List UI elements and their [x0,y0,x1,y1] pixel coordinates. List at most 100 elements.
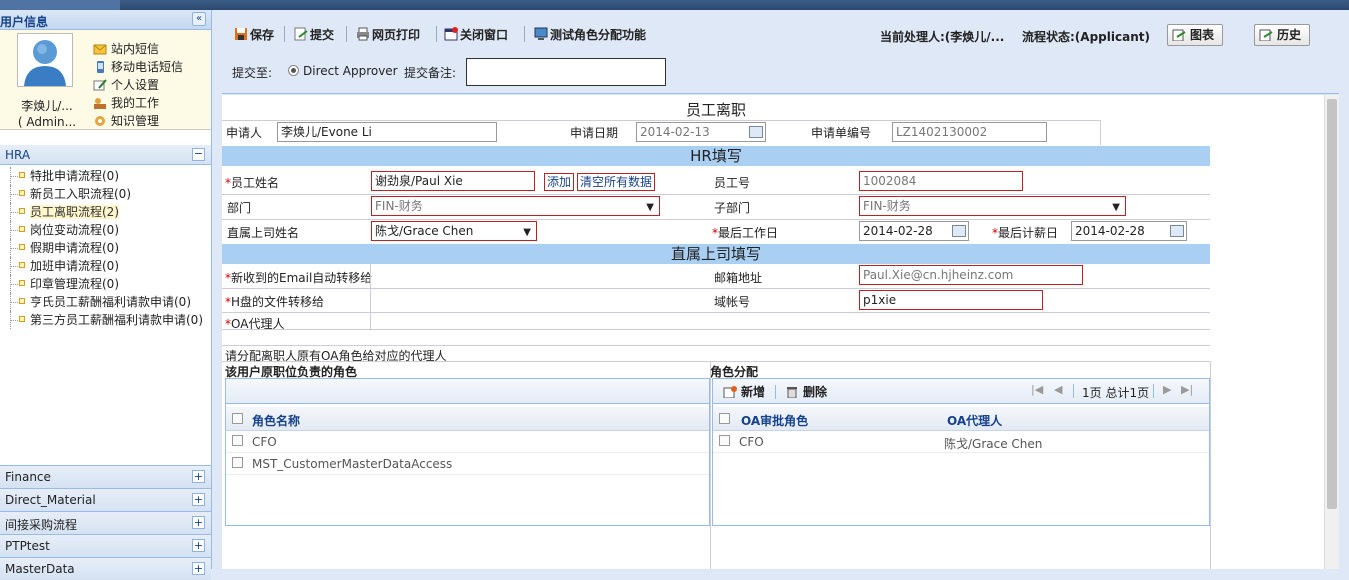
chart-icon [1172,27,1186,42]
save-button[interactable]: 保存 [234,26,274,43]
hra-section-header[interactable]: HRA − [0,145,211,165]
menu-my-work[interactable]: 我的工作 [93,94,183,112]
accordion-finance[interactable]: Finance + [0,465,211,488]
grid-header: 角色名称 [226,407,709,431]
grid-toolbar: 新增 删除 |◀ ◀ 1页 总计1页 ▶ ▶| [713,379,1209,404]
tree-item[interactable]: 特批申请流程(0) [0,167,211,185]
apply-no-input[interactable]: LZ1402130002 [892,122,1047,142]
apply-date-input[interactable]: 2014-02-13 [636,122,766,142]
original-roles-grid: 角色名称 CFO MST_CustomerMasterDataAccess [225,378,710,526]
remark-textarea[interactable] [466,58,666,86]
collapse-left-icon[interactable]: « [192,12,206,26]
history-button[interactable]: 历史 [1254,24,1311,46]
mobile-icon [93,60,107,73]
select-all-checkbox[interactable] [719,413,730,424]
row-checkbox[interactable] [719,435,730,446]
direct-approver-label: Direct Approver [303,64,398,78]
menu-inbox[interactable]: 站内短信 [93,40,183,58]
next-page-icon[interactable]: ▶ [1163,383,1171,396]
sub-department-select[interactable]: FIN-财务 ▼ [859,196,1126,216]
computer-icon [534,27,548,41]
row-checkbox[interactable] [232,435,243,446]
remark-label: 提交备注: [404,66,457,80]
accordion-list: Finance + Direct_Material + 间接采购流程 + PTPtes… [0,465,211,580]
tree-item-selected[interactable]: 员工离职流程(2) [0,203,211,221]
dropdown-arrow-icon: ▼ [1112,202,1120,213]
chart-button[interactable]: 图表 [1167,24,1224,46]
left-panel: 用户信息 « 李焕儿/... ( Admin... 站内短信 移动电话短信 个人… [0,10,212,580]
expand-icon[interactable]: + [192,516,205,529]
calendar-icon[interactable] [749,126,763,138]
hr-section: HR填写 [222,146,1210,166]
last-pay-day-input[interactable]: 2014-02-28 [1071,221,1187,241]
clear-all-link[interactable]: 清空所有数据 [577,173,656,191]
process-status: 流程状态:(Applicant) [1022,30,1150,44]
menu-knowledge[interactable]: 知识管理 [93,112,183,130]
tree-item[interactable]: 印章管理流程(0) [0,275,211,293]
dropdown-arrow-icon: ▼ [523,227,531,238]
close-window-icon [444,27,458,41]
accordion-ptptest[interactable]: PTPtest + [0,534,211,557]
select-all-checkbox[interactable] [232,413,243,424]
direct-approver-radio[interactable] [288,65,299,76]
user-info: 李焕儿/... ( Admin... 站内短信 移动电话短信 个人设置 我的工作… [0,30,211,130]
last-page-icon[interactable]: ▶| [1181,383,1193,396]
form-title: 员工离职 [685,101,746,119]
tree-item[interactable]: 加班申请流程(0) [0,257,211,275]
prev-page-icon[interactable]: ◀ [1054,383,1062,396]
delete-role-button[interactable]: 删除 [785,383,827,400]
employee-no-input[interactable]: 1002084 [859,171,1023,191]
edit-settings-icon [93,78,107,91]
domain-account-input[interactable]: p1xie [859,290,1043,310]
manager-select[interactable]: 陈戈/Grace Chen ▼ [371,221,537,241]
user-info-header: 用户信息 « [0,10,211,30]
hra-tree: 特批申请流程(0) 新员工入职流程(0) 员工离职流程(2) 岗位变动流程(0)… [0,167,211,329]
toolbar: 保存 提交 网页打印 关闭窗口 测试角色分配功能 当前处理人:(李焕儿/... … [222,18,1339,94]
submit-button[interactable]: 提交 [294,26,334,43]
table-row[interactable]: CFO [226,431,709,453]
user-menu: 站内短信 移动电话短信 个人设置 我的工作 知识管理 [93,40,183,130]
grid-header: OA审批角色 OA代理人 [713,407,1209,431]
trash-icon [785,386,799,399]
expand-icon[interactable]: + [192,470,205,483]
manager-section: 直属上司填写 [222,244,1210,264]
employee-name-input[interactable]: 谢劲泉/Paul Xie [371,171,535,191]
expand-icon[interactable]: + [192,539,205,552]
tree-item[interactable]: 亨氏员工薪酬福利请款申请(0) [0,293,211,311]
avatar [17,33,73,87]
table-row[interactable]: CFO 陈戈/Grace Chen [713,431,1209,453]
close-window-button[interactable]: 关闭窗口 [444,26,508,43]
test-role-assign-button[interactable]: 测试角色分配功能 [534,26,646,43]
accordion-indirect-purchase[interactable]: 间接采购流程 + [0,511,211,534]
menu-settings[interactable]: 个人设置 [93,76,183,94]
accordion-direct-material[interactable]: Direct_Material + [0,488,211,511]
add-role-button[interactable]: 新增 [723,383,765,400]
submit-icon [294,27,308,41]
grid-toolbar [226,379,709,404]
collapse-icon[interactable]: − [192,148,205,161]
tree-item[interactable]: 第三方员工薪酬福利请款申请(0) [0,311,211,329]
calendar-icon[interactable] [952,225,966,237]
add-link[interactable]: 添加 [544,173,575,191]
last-work-day-input[interactable]: 2014-02-28 [859,221,969,241]
row-checkbox[interactable] [232,457,243,468]
tree-item[interactable]: 假期申请流程(0) [0,239,211,257]
work-icon [93,96,107,109]
menu-sms[interactable]: 移动电话短信 [93,58,183,76]
department-select[interactable]: FIN-财务 ▼ [371,196,660,216]
expand-icon[interactable]: + [192,493,205,506]
tree-item[interactable]: 岗位变动流程(0) [0,221,211,239]
vertical-scrollbar[interactable] [1324,95,1339,569]
submit-to-label: 提交至: [232,66,273,80]
tree-item[interactable]: 新员工入职流程(0) [0,185,211,203]
print-button[interactable]: 网页打印 [356,26,420,43]
mail-icon [93,42,107,55]
email-address-input[interactable]: Paul.Xie@cn.hjheinz.com [859,265,1083,285]
knowledge-icon [93,114,107,126]
table-row[interactable]: MST_CustomerMasterDataAccess [226,453,709,475]
first-page-icon[interactable]: |◀ [1031,383,1043,396]
applicant-input[interactable]: 李焕儿/Evone Li [277,122,497,142]
calendar-icon[interactable] [1170,225,1184,237]
history-icon [1259,27,1273,42]
user-name: 李焕儿/... ( Admin... [17,99,77,129]
